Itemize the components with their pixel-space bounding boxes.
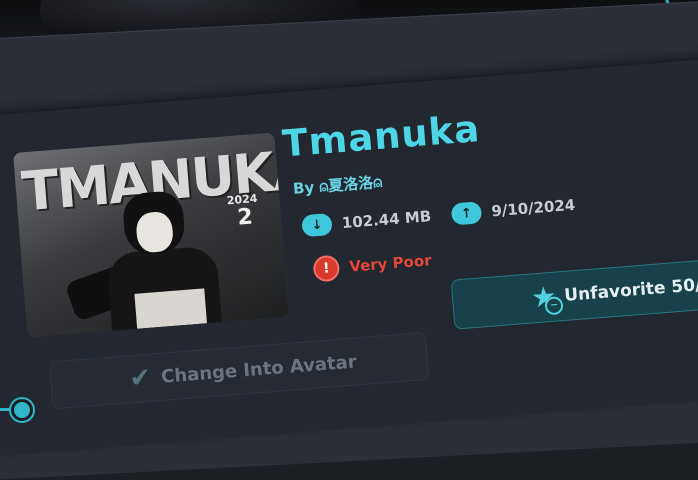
- update-date-value: 9/10/2024: [490, 195, 576, 221]
- update-date: ↑ 9/10/2024: [450, 194, 576, 226]
- warning-icon: !: [312, 254, 341, 283]
- performance-rating: ! Very Poor: [312, 247, 433, 283]
- avatar-author[interactable]: By ⍝夏洛洛⍝: [292, 171, 383, 199]
- avatar-info: Tmanuka By ⍝夏洛洛⍝ ↓ 102.44 MB ↑ 9/10/2024…: [0, 0, 698, 459]
- download-cloud-icon: ↓: [301, 212, 333, 238]
- unfavorite-label: Unfavorite 50/5: [563, 274, 698, 306]
- check-icon: ✔: [128, 362, 153, 395]
- slider-handle[interactable]: [11, 399, 33, 421]
- file-size: ↓ 102.44 MB: [301, 205, 432, 238]
- file-size-value: 102.44 MB: [341, 207, 432, 233]
- change-into-avatar-label: Change Into Avatar: [160, 350, 358, 388]
- upload-cloud-icon: ↑: [450, 201, 483, 226]
- avatar-name: Tmanuka: [280, 107, 482, 166]
- change-into-avatar-button[interactable]: ✔ Change Into Avatar: [48, 331, 430, 410]
- unfavorite-button[interactable]: ★ − Unfavorite 50/5: [450, 256, 698, 330]
- performance-rating-value: Very Poor: [348, 251, 433, 276]
- star-minus-icon: ★ −: [530, 280, 564, 316]
